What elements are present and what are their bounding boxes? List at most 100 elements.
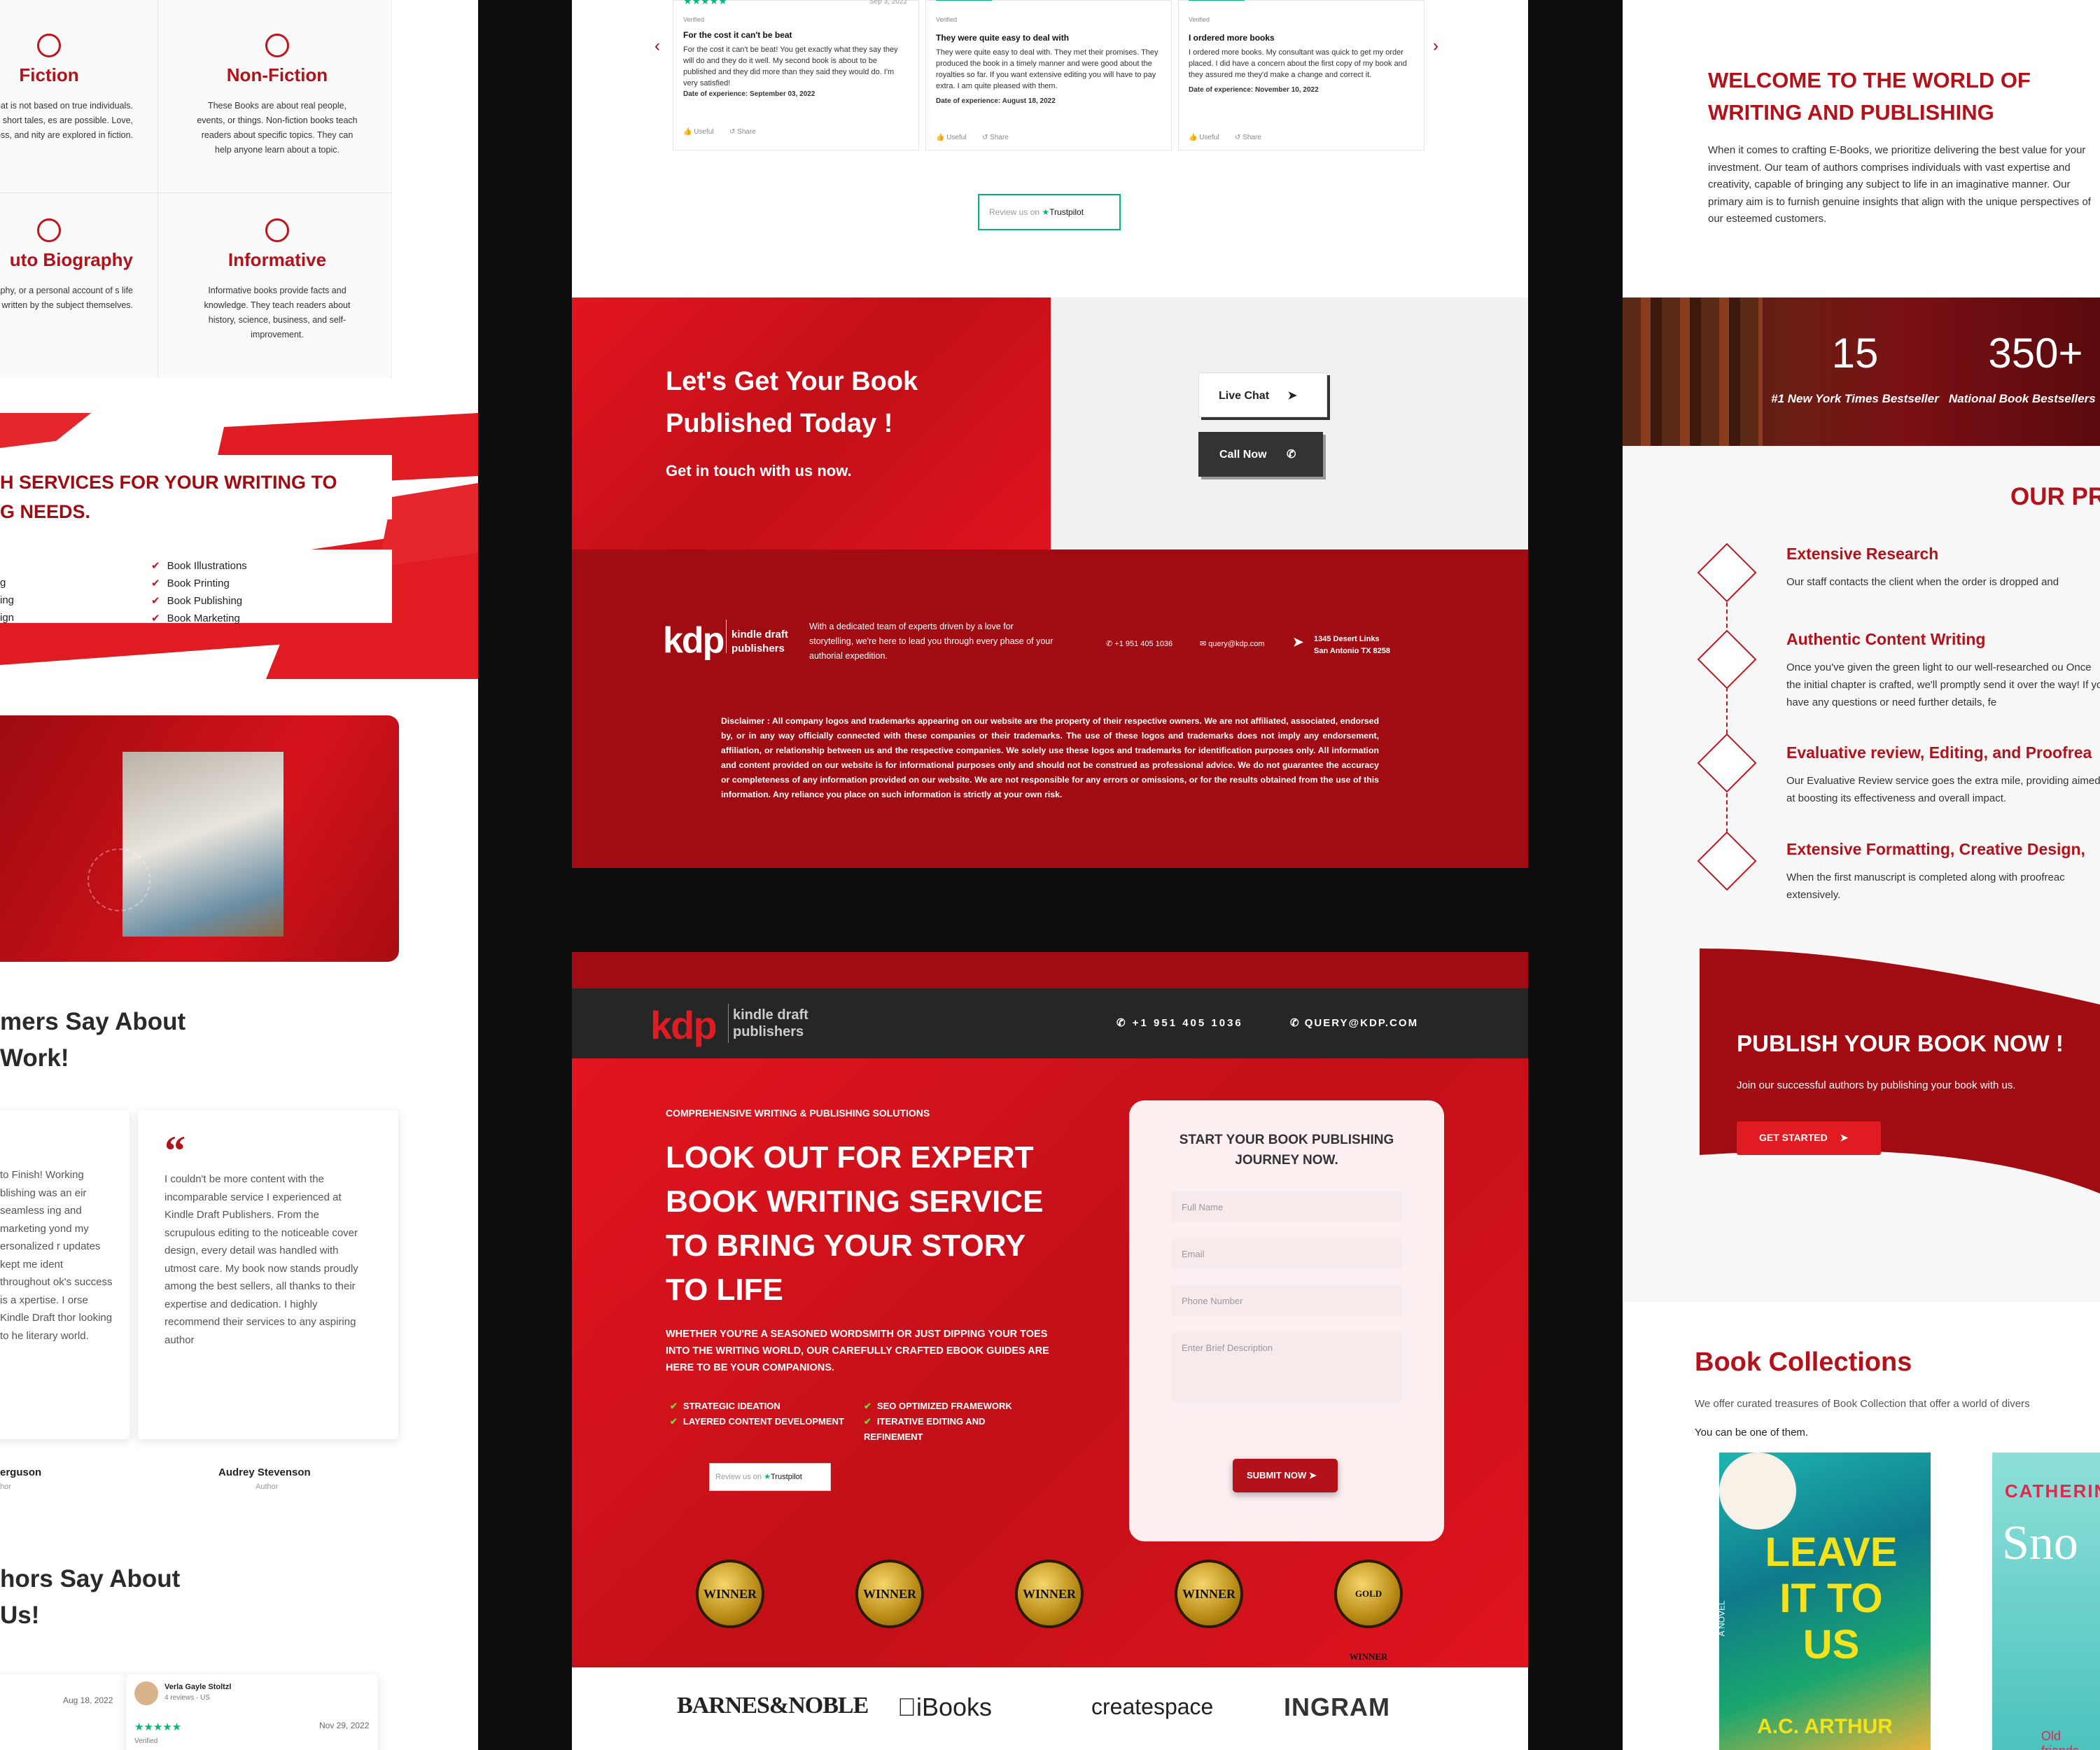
email-field[interactable]: Email xyxy=(1171,1238,1402,1269)
grid-divider xyxy=(0,192,392,193)
brand-line: kindle draft xyxy=(732,629,788,640)
star-rating: ★★★★★ xyxy=(134,1721,182,1733)
heading-line: mers Say About xyxy=(0,1008,186,1035)
verified-label: Verified xyxy=(683,16,705,23)
get-started-button[interactable]: GET STARTED ➤ xyxy=(1737,1121,1881,1155)
publish-title: PUBLISH YOUR BOOK NOW ! xyxy=(1737,1030,2064,1056)
header-phone-text: +1 951 405 1036 xyxy=(1132,1017,1243,1029)
genre-text: raphy, or a personal account of s life w… xyxy=(0,286,133,310)
heading-line: hors Say About xyxy=(0,1565,181,1592)
carousel-prev-icon[interactable]: ‹ xyxy=(654,36,660,56)
footer-phone[interactable]: ✆ +1 951 405 1036 xyxy=(1106,639,1172,648)
reviews-section: ‹ › ★★★★★ Sep 3, 2022 Verified For the c… xyxy=(572,0,1528,298)
service-item: ing xyxy=(0,594,15,606)
header-logo[interactable]: kdp xyxy=(650,1002,718,1048)
submit-button[interactable]: SUBMIT NOW ➤ xyxy=(1233,1459,1338,1492)
footer-email-text: query@kdp.com xyxy=(1208,640,1265,648)
review-experience-date: Date of experience: August 18, 2022 xyxy=(936,97,1056,105)
send-icon: ➤ xyxy=(1840,1132,1849,1143)
process-heading: OUR PR xyxy=(2010,483,2100,510)
review-text: For the cost it can't be beat! You get e… xyxy=(683,46,898,88)
step-text: Our Evaluative Review service goes the e… xyxy=(1786,775,2100,804)
header-email-text: QUERY@KDP.COM xyxy=(1304,1017,1419,1029)
review-date: Sep 3, 2022 xyxy=(869,0,907,6)
heading-line: Work! xyxy=(0,1044,69,1072)
logo-divider xyxy=(726,620,727,653)
testimonial-role: Author xyxy=(255,1483,279,1491)
hero-point: STRATEGIC IDEATION xyxy=(670,1399,845,1414)
call-now-button[interactable]: Call Now ✆ xyxy=(1198,432,1323,477)
book-author: CATHERIN xyxy=(2005,1480,2100,1502)
testimonial-card: to Finish! Working blishing was an eir s… xyxy=(0,1110,130,1439)
full-name-field[interactable]: Full Name xyxy=(1171,1191,1402,1222)
award-badge: WINNER xyxy=(1015,1560,1084,1628)
phone-field[interactable]: Phone Number xyxy=(1171,1285,1402,1316)
share-button[interactable]: ↺ Share xyxy=(982,134,1009,141)
genre-text: Informative books provide facts and know… xyxy=(204,286,351,340)
apple-icon:  xyxy=(897,1693,916,1721)
left-panel: Fiction work that is not based on true i… xyxy=(0,0,478,1750)
avatar xyxy=(134,1681,158,1705)
book-title: Sno xyxy=(2002,1516,2078,1570)
footer-address: ➤ 1345 Desert Links San Antonio TX 8258 xyxy=(1293,634,1390,657)
live-chat-label: Live Chat xyxy=(1219,390,1270,402)
flower-decor xyxy=(1719,1452,1796,1530)
genre-title: Non-Fiction xyxy=(226,64,328,85)
partners-strip: BARNES&NOBLE iBooks createspace INGRAM xyxy=(572,1667,1528,1750)
phone-icon: ✆ xyxy=(1290,1017,1305,1029)
review-us-badge[interactable]: Review us on ★Trustpilot xyxy=(978,194,1121,230)
ibooks-label: iBooks xyxy=(897,1693,992,1721)
brush-strokes xyxy=(0,413,478,679)
service-item: g xyxy=(0,577,6,589)
star-rating xyxy=(1189,0,1245,1)
footer-phone-text: +1 951 405 1036 xyxy=(1114,640,1173,648)
trustpilot-star-icon: ★ xyxy=(1042,207,1050,217)
review-experience-date: Date of experience: September 03, 2022 xyxy=(683,90,816,98)
useful-button[interactable]: 👍 Useful xyxy=(936,134,967,141)
header-email[interactable]: ✆ QUERY@KDP.COM xyxy=(1290,1016,1418,1029)
service-item: Book Publishing xyxy=(151,592,247,610)
header-brand-name: kindle draft publishers xyxy=(733,1007,808,1040)
footer-email[interactable]: ✉ query@kdp.com xyxy=(1200,639,1265,648)
carousel-next-icon[interactable]: › xyxy=(1433,36,1438,56)
form-title: START YOUR BOOK PUBLISHING JOURNEY NOW. xyxy=(1179,1133,1394,1168)
review-text: They were quite easy to deal with. They … xyxy=(936,48,1158,90)
review-us-badge[interactable]: Review us on ★Trustpilot xyxy=(709,1463,831,1491)
share-button[interactable]: ↺ Share xyxy=(729,128,756,136)
step-text: Our staff contacts the client when the o… xyxy=(1786,576,2059,588)
genre-text: work that is not based on true individua… xyxy=(0,101,133,140)
review-us-label: Review us on xyxy=(989,207,1040,217)
share-button[interactable]: ↺ Share xyxy=(1235,134,1261,141)
book-spine-label: A NOVEL xyxy=(1719,1600,1727,1636)
genre-title: Fiction xyxy=(19,64,79,85)
right-panel: WELCOME TO THE WORLD OF WRITING AND PUBL… xyxy=(1623,0,2100,1750)
header-phone[interactable]: ✆ +1 951 405 1036 xyxy=(1116,1016,1243,1029)
book-title: LEAVE IT TO US xyxy=(1765,1530,1898,1667)
services-list-left: g ing ign xyxy=(0,574,14,626)
stat-label: National Book Bestsellers xyxy=(1949,392,2096,405)
useful-button[interactable]: 👍 Useful xyxy=(1189,134,1219,141)
live-chat-button[interactable]: Live Chat ➤ xyxy=(1198,372,1327,417)
share-icon: ↺ xyxy=(982,134,990,141)
disclaimer: Disclaimer : All company logos and trade… xyxy=(721,714,1379,802)
trustpilot-label: Trustpilot xyxy=(770,1473,802,1481)
useful-button[interactable]: 👍 Useful xyxy=(683,128,714,136)
book-cover-leave-it-to-us[interactable]: LEAVE IT TO US A.C. ARTHUR A NOVEL xyxy=(1719,1452,1931,1750)
hero-points-left: STRATEGIC IDEATION LAYERED CONTENT DEVEL… xyxy=(670,1399,845,1429)
logo-divider xyxy=(728,1004,729,1043)
submit-label: SUBMIT NOW xyxy=(1247,1470,1307,1480)
service-item: Book Printing xyxy=(151,575,247,592)
phone-icon: ✆ xyxy=(1287,449,1296,461)
welcome-heading: WELCOME TO THE WORLD OF WRITING AND PUBL… xyxy=(1708,64,2031,129)
trustpilot-card: Verla Gayle Stoltzl 4 reviews · US ★★★★★… xyxy=(126,1674,378,1750)
hero-title-line: LOOK OUT FOR EXPERT xyxy=(666,1140,1034,1175)
service-item: Book Illustrations xyxy=(151,557,247,575)
book-cover-snow[interactable]: CATHERIN Sno Old friends. xyxy=(1992,1452,2100,1750)
hero-title-line: TO BRING YOUR STORY xyxy=(666,1228,1026,1263)
cta-title: Let's Get Your Book Published Today ! xyxy=(666,360,918,444)
genre-fiction: Fiction work that is not based on true i… xyxy=(0,34,133,143)
review-us-label: Review us on xyxy=(715,1473,762,1481)
description-field[interactable]: Enter Brief Description xyxy=(1171,1332,1402,1402)
step-title: Extensive Formatting, Creative Design, xyxy=(1786,840,2085,858)
review-card: Verified I ordered more books I ordered … xyxy=(1178,0,1424,150)
